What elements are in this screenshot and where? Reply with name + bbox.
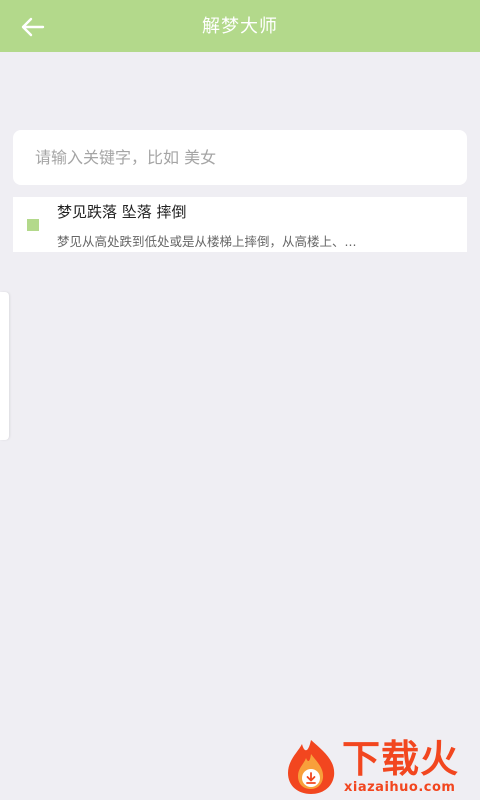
app-header: 解梦大师 [0,0,480,52]
arrow-left-icon [21,17,45,37]
list-item[interactable]: 梦见跌落 坠落 摔倒 梦见从高处跌到低处或是从楼梯上摔倒，从高楼上、... [13,197,467,252]
search-input[interactable] [13,130,467,185]
list-item-marker [27,219,39,231]
list-item-title: 梦见跌落 坠落 摔倒 [57,203,187,221]
back-button[interactable] [14,10,52,44]
page-title: 解梦大师 [202,16,278,37]
watermark-url: xiazaihuo.com [344,780,456,795]
watermark: 下载火 xiazaihuo.com [282,736,480,800]
search-box [13,130,467,185]
watermark-name: 下载火 [342,737,460,781]
flame-logo-icon [288,740,335,794]
side-drawer-handle[interactable] [0,292,9,440]
list-item-description: 梦见从高处跌到低处或是从楼梯上摔倒，从高楼上、... [57,234,357,249]
